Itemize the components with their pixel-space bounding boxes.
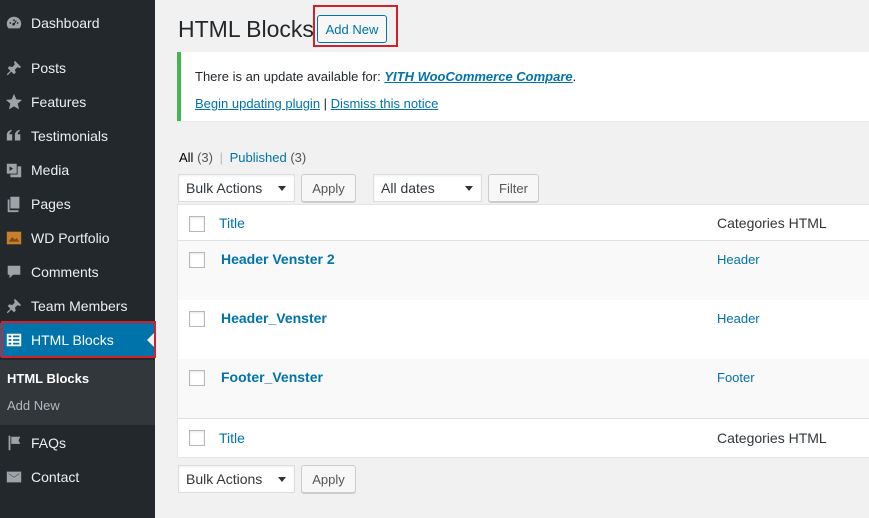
- bulk-actions-value: Bulk Actions: [186, 180, 263, 196]
- sidebar-item-label: WD Portfolio: [31, 230, 110, 246]
- sidebar-item-label: Pages: [31, 196, 71, 212]
- sidebar-item-testimonials[interactable]: Testimonials: [0, 119, 155, 153]
- filter-published[interactable]: Published: [230, 150, 287, 165]
- notice-message: There is an update available for: YITH W…: [195, 69, 576, 84]
- sidebar-item-media[interactable]: Media: [0, 153, 155, 187]
- row-title-link[interactable]: Header_Venster: [221, 310, 327, 326]
- bulk-actions-value: Bulk Actions: [186, 471, 263, 487]
- date-filter-select[interactable]: All dates: [373, 174, 482, 202]
- sidebar-item-pages[interactable]: Pages: [0, 187, 155, 221]
- count-all: (3): [197, 150, 213, 165]
- bulk-actions-select[interactable]: Bulk Actions: [178, 174, 295, 202]
- sidebar-item-label: Features: [31, 94, 87, 110]
- sidebar-item-html-blocks[interactable]: HTML Blocks: [0, 323, 155, 357]
- sidebar-item-wd-portfolio[interactable]: WD Portfolio: [0, 221, 155, 255]
- notice-text: There is an update available for:: [195, 69, 385, 84]
- sidebar-item-label: Testimonials: [31, 128, 109, 144]
- sidebar-item-label: Media: [31, 162, 70, 178]
- sidebar-item-label: Dashboard: [31, 15, 100, 31]
- sidebar-item-label: Comments: [31, 264, 99, 280]
- apply-button-bottom[interactable]: Apply: [301, 465, 356, 493]
- submenu-item-add-new[interactable]: Add New: [7, 398, 60, 413]
- sidebar-item-label: HTML Blocks: [31, 332, 114, 348]
- sidebar-item-comments[interactable]: Comments: [0, 255, 155, 289]
- bulk-actions-select-bottom[interactable]: Bulk Actions: [178, 465, 295, 493]
- column-title[interactable]: Title: [219, 215, 245, 231]
- table-row: Footer_Venster Footer: [178, 359, 869, 418]
- row-checkbox[interactable]: [189, 252, 205, 268]
- sidebar-item-label: Posts: [31, 60, 67, 76]
- sidebar-item-team-members[interactable]: Team Members: [0, 289, 155, 323]
- submenu: HTML Blocks Add New: [0, 360, 155, 425]
- sidebar-item-label: Contact: [31, 469, 80, 485]
- filter-all[interactable]: All: [179, 150, 193, 165]
- column-categories-footer: Categories HTML: [717, 430, 827, 446]
- flag-icon: [4, 433, 24, 453]
- table-footer: Title Categories HTML: [178, 418, 869, 458]
- chevron-down-icon: [278, 477, 286, 482]
- update-notice: There is an update available for: YITH W…: [177, 52, 869, 121]
- add-new-button[interactable]: Add New: [317, 15, 387, 43]
- sidebar-item-contact[interactable]: Contact: [0, 460, 155, 494]
- row-checkbox[interactable]: [189, 311, 205, 327]
- media-icon: [4, 160, 24, 180]
- portfolio-icon: [4, 228, 24, 248]
- page-title: HTML Blocks: [178, 16, 314, 42]
- sidebar-item-posts[interactable]: Posts: [0, 51, 155, 85]
- column-title-footer[interactable]: Title: [219, 430, 245, 446]
- date-filter-value: All dates: [381, 180, 435, 196]
- notice-actions: Begin updating plugin | Dismiss this not…: [195, 96, 438, 111]
- status-filters: All (3) | Published (3): [179, 150, 306, 165]
- pin-icon: [4, 296, 24, 316]
- plugin-link[interactable]: YITH WooCommerce Compare: [384, 69, 572, 84]
- sidebar-item-features[interactable]: Features: [0, 85, 155, 119]
- select-all-checkbox-footer[interactable]: [189, 430, 205, 446]
- sidebar-item-dashboard[interactable]: Dashboard: [0, 6, 155, 40]
- notice-separator: |: [320, 96, 331, 111]
- apply-button[interactable]: Apply: [301, 174, 356, 202]
- sidebar-item-label: FAQs: [31, 435, 67, 451]
- select-all-checkbox[interactable]: [189, 216, 205, 232]
- comment-icon: [4, 262, 24, 282]
- mail-icon: [4, 467, 24, 487]
- row-checkbox[interactable]: [189, 370, 205, 386]
- filter-button[interactable]: Filter: [488, 174, 539, 202]
- table-header: Title Categories HTML: [178, 205, 869, 241]
- chevron-down-icon: [278, 186, 286, 191]
- star-icon: [4, 92, 24, 112]
- table-icon: [4, 330, 24, 350]
- quote-icon: [4, 126, 24, 146]
- notice-suffix: .: [572, 69, 577, 84]
- pin-icon: [4, 58, 24, 78]
- count-published: (3): [290, 150, 307, 165]
- sidebar-item-label: Team Members: [31, 298, 128, 314]
- column-categories: Categories HTML: [717, 215, 827, 231]
- active-indicator: [147, 332, 155, 348]
- row-category-link[interactable]: Header: [717, 311, 760, 326]
- posts-table: Title Categories HTML Header Venster 2 H…: [177, 204, 869, 458]
- dismiss-notice-link[interactable]: Dismiss this notice: [331, 96, 439, 111]
- table-row: Header Venster 2 Header: [178, 241, 869, 300]
- dashboard-icon: [4, 13, 24, 33]
- row-title-link[interactable]: Footer_Venster: [221, 369, 323, 385]
- row-category-link[interactable]: Header: [717, 252, 760, 267]
- pages-icon: [4, 194, 24, 214]
- row-category-link[interactable]: Footer: [717, 370, 755, 385]
- begin-update-link[interactable]: Begin updating plugin: [195, 96, 320, 111]
- chevron-down-icon: [465, 186, 473, 191]
- row-title-link[interactable]: Header Venster 2: [221, 251, 335, 267]
- admin-sidebar: Dashboard Posts Features Testimonials Me…: [0, 0, 156, 518]
- sidebar-item-faqs[interactable]: FAQs: [0, 426, 155, 460]
- filter-divider: |: [219, 150, 223, 165]
- table-row: Header_Venster Header: [178, 300, 869, 359]
- submenu-item-html-blocks[interactable]: HTML Blocks: [7, 371, 89, 386]
